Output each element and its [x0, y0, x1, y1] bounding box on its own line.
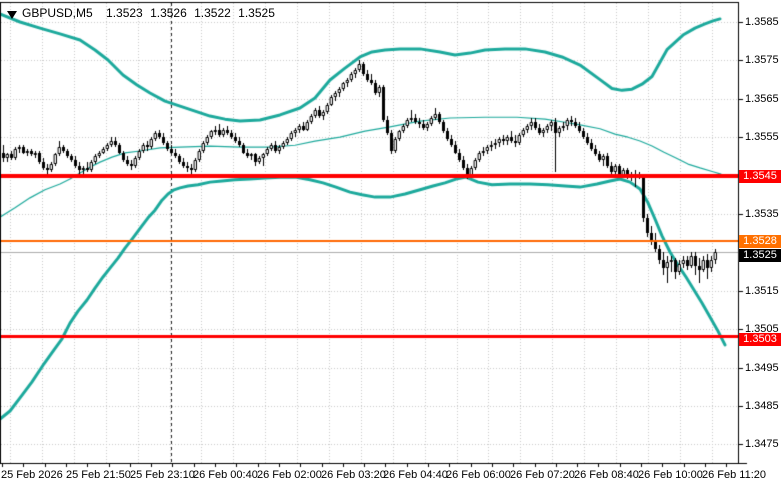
quote-low: 1.3522	[194, 6, 231, 20]
price-axis-label: 1.3555	[745, 131, 779, 144]
dropdown-triangle-icon[interactable]	[7, 11, 17, 19]
price-axis-label: 1.3495	[745, 361, 779, 374]
price-axis-label: 1.3585	[745, 16, 779, 28]
time-axis-label: 26 Feb 00:40	[193, 469, 258, 481]
time-axis-label: 25 Feb 21:50	[66, 469, 131, 481]
quote-high: 1.3526	[150, 6, 187, 20]
time-axis-label: 26 Feb 04:40	[383, 469, 448, 481]
price-axis-label: 1.3535	[745, 208, 779, 220]
quote-readout: GBPUSD,M5 1.3523 1.3526 1.3522 1.3525	[22, 6, 279, 20]
price-level-badge: 1.3503	[739, 332, 781, 346]
price-axis-label: 1.3565	[745, 92, 779, 105]
price-chart-canvas[interactable]	[0, 0, 781, 489]
forex-chart-window: GBPUSD,M5 1.3523 1.3526 1.3522 1.3525 1.…	[0, 0, 781, 489]
time-axis-label: 26 Feb 07:20	[510, 469, 575, 481]
price-axis-label: 1.3485	[745, 400, 779, 412]
price-level-badge: 1.3528	[739, 234, 781, 248]
symbol-period-label: GBPUSD,M5	[22, 6, 93, 20]
time-axis-label: 26 Feb 06:00	[446, 469, 511, 481]
time-axis-label: 26 Feb 08:40	[574, 469, 639, 481]
time-axis-label: 26 Feb 10:00	[638, 469, 703, 481]
time-axis-label: 26 Feb 03:20	[321, 469, 386, 481]
price-axis-label: 1.3575	[745, 54, 779, 67]
time-axis-label: 25 Feb 23:10	[130, 469, 195, 481]
time-axis-label: 26 Feb 11:20	[702, 469, 767, 481]
price-level-badge: 1.3525	[739, 248, 781, 262]
price-axis-label: 1.3515	[745, 284, 779, 297]
quote-open: 1.3523	[106, 6, 143, 20]
quote-close: 1.3525	[238, 6, 275, 20]
price-axis-label: 1.3475	[745, 438, 779, 451]
time-axis-label: 25 Feb 2026	[1, 469, 63, 481]
price-level-badge: 1.3545	[739, 169, 781, 183]
time-axis-label: 26 Feb 02:00	[257, 469, 322, 481]
